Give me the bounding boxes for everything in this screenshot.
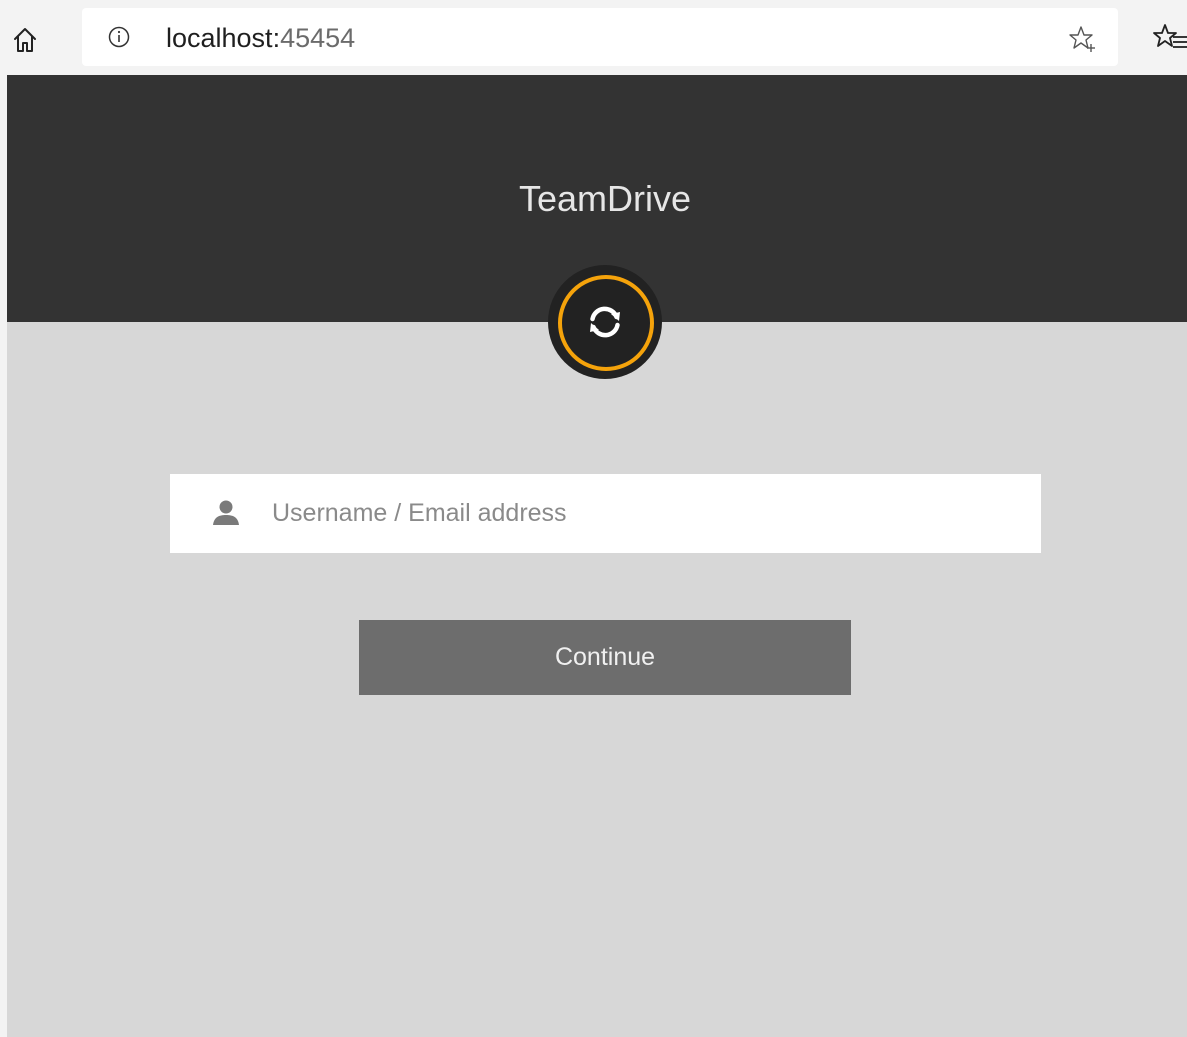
username-field: [170, 474, 1041, 553]
star-plus-icon[interactable]: [1068, 24, 1098, 54]
favorites-list-icon[interactable]: [1152, 22, 1187, 54]
info-icon[interactable]: [108, 26, 130, 48]
url-host: localhost:: [166, 23, 281, 53]
app-title: TeamDrive: [518, 178, 692, 219]
url-text[interactable]: localhost:45454: [166, 22, 355, 54]
app-logo: [548, 265, 662, 379]
continue-button[interactable]: Continue: [359, 620, 851, 695]
address-bar[interactable]: localhost:45454: [82, 8, 1118, 66]
username-input[interactable]: [272, 474, 1012, 553]
home-icon[interactable]: [12, 26, 38, 54]
page-viewport: TeamDrive Continue: [7, 75, 1187, 1037]
browser-toolbar: localhost:45454: [0, 0, 1187, 75]
sync-icon: [582, 299, 628, 345]
user-icon: [211, 500, 241, 526]
url-port: 45454: [280, 23, 356, 53]
